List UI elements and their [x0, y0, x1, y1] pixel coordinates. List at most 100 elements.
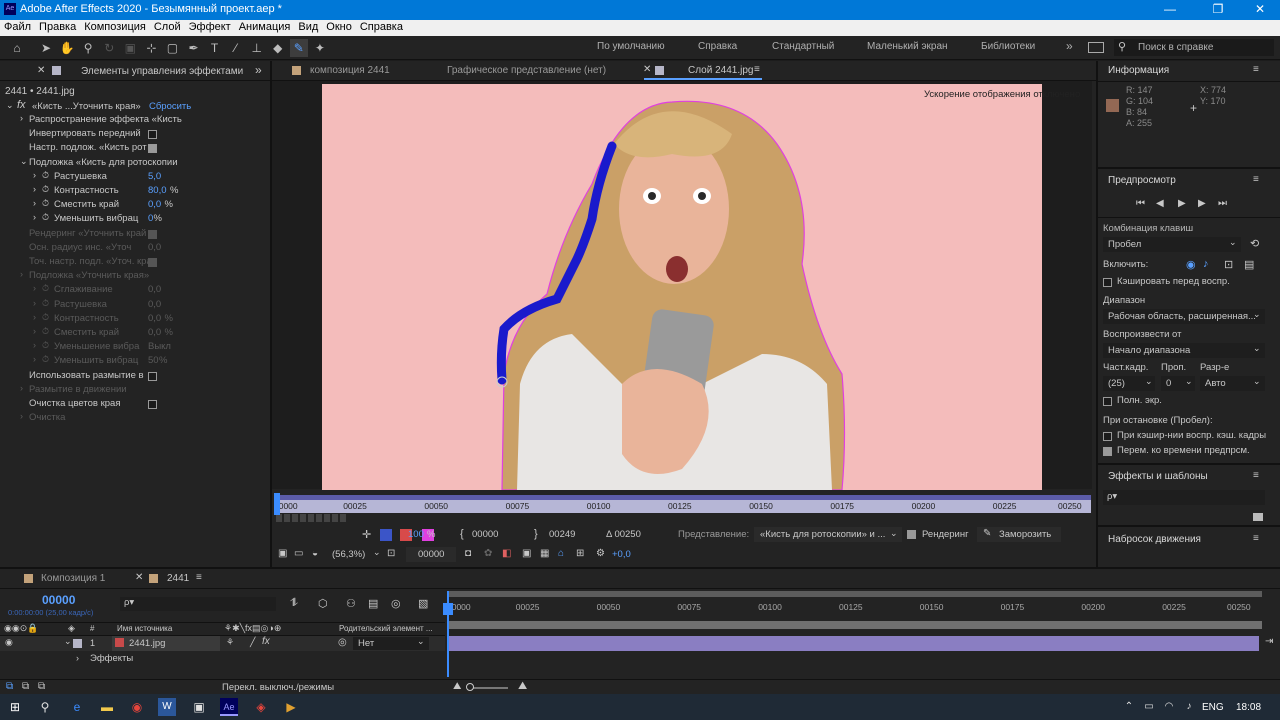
render-checkbox[interactable] [907, 530, 916, 539]
effects-search[interactable]: ρ▾ [1103, 490, 1265, 505]
first-frame-icon[interactable]: ⏮ [1136, 198, 1145, 209]
frame-blending-icon[interactable]: ▤ [368, 597, 378, 610]
expand-modes-icon[interactable]: ⧉ [38, 681, 45, 692]
effect-property-row[interactable]: Настр. подлож. «Кисть рот [0, 141, 270, 155]
last-frame-icon[interactable]: ⏭ [1218, 198, 1227, 209]
effects-expand-arrow-icon[interactable]: › [76, 653, 79, 663]
effect-property-value[interactable]: 50 [148, 355, 159, 366]
stopwatch-icon[interactable]: ⏱ [42, 212, 49, 223]
viewer-canvas[interactable]: Ускорение отображения отключено [272, 81, 1092, 490]
reset-link[interactable]: Сбросить [149, 101, 191, 112]
effect-property-row[interactable]: › Очистка [0, 411, 270, 425]
workspace-help[interactable]: Справка [698, 41, 737, 52]
effect-property-row[interactable]: › ⏱ Растушевка 5,0 [0, 170, 270, 184]
shy-switch-icon[interactable]: ⚘ [226, 637, 234, 648]
expand-arrow-icon[interactable]: › [33, 170, 36, 180]
move-time-checkbox[interactable] [1103, 447, 1112, 456]
effect-property-row[interactable]: Точ. настр. подл. «Уточ. края [0, 255, 270, 269]
effect-property-value[interactable]: 0,0 [148, 284, 161, 295]
fast-preview-icon[interactable]: ⌂ [558, 548, 564, 559]
menu-file[interactable]: Файл [0, 20, 35, 33]
language-indicator[interactable]: ENG [1202, 702, 1224, 713]
eraser-tool-icon[interactable]: ◆ [269, 39, 287, 57]
roto-tool-icon[interactable]: ✛ [362, 528, 371, 541]
zoom-in-icon[interactable]: ⛰ [518, 680, 527, 693]
help-search[interactable]: ⚲ Поиск в справке [1114, 39, 1274, 56]
skip-dropdown[interactable]: 0 ⌄ [1161, 376, 1195, 391]
graph-editor-icon[interactable]: ▧ [418, 597, 428, 610]
chevron-down-icon[interactable]: ⌄ [373, 547, 381, 558]
timeline-ruler[interactable]: 00000 00025 00050 00075 00100 00125 00150 00175… [447, 602, 1262, 616]
reset-shortcut-icon[interactable]: ⟲ [1250, 237, 1259, 250]
panel-menu-icon[interactable]: ≡ [1253, 470, 1259, 481]
parent-pickwhip-icon[interactable]: ◎ [338, 637, 347, 648]
effect-property-row[interactable]: › ⏱ Контрастность 0,0% [0, 312, 270, 326]
prev-frame-icon[interactable]: ◀ [1156, 198, 1164, 209]
include-overlays-icon[interactable]: ⊡ [1224, 258, 1233, 271]
viewer-time-ruler[interactable]: 00000 00025 00050 00075 00100 00125 00150 00175… [274, 493, 1092, 525]
close-button[interactable]: ✕ [1250, 2, 1270, 16]
expand-arrow-icon[interactable]: ⌄ [6, 100, 14, 111]
zoom-out-icon[interactable]: ⛰ [453, 681, 461, 692]
shy-layers-icon[interactable]: ⚇ [346, 597, 356, 610]
fx-switch-icon[interactable]: fx [262, 636, 270, 647]
motion-blur-icon[interactable]: ◎ [391, 597, 401, 610]
expand-arrow-icon[interactable]: › [20, 411, 23, 421]
layer-row[interactable]: ◉ ⌄ 1 2441.jpg ⚘ ╱ fx ◎ Нет ⌄ [0, 636, 445, 651]
menu-animation[interactable]: Анимация [235, 20, 295, 33]
mask-icon[interactable]: ◒ [312, 548, 318, 559]
out-point-icon[interactable]: } [534, 528, 538, 540]
workspace-default[interactable]: По умолчанию [597, 41, 665, 52]
stopwatch-icon[interactable]: ⏱ [42, 283, 49, 294]
effect-property-row[interactable]: › ⏱ Уменьшить вибрац 50% [0, 354, 270, 368]
close-tab-icon[interactable]: ✕ [135, 572, 143, 583]
effect-property-value[interactable]: 0,0 [148, 313, 161, 324]
hand-tool-icon[interactable]: ✋ [58, 39, 76, 57]
shortcut-dropdown[interactable]: Пробел ⌄ [1103, 237, 1241, 252]
cache-before-checkbox[interactable] [1103, 278, 1112, 287]
play-from-dropdown[interactable]: Начало диапазона ⌄ [1103, 343, 1265, 358]
panel-menu-icon[interactable]: ≡ [1253, 533, 1259, 544]
pen-tool-icon[interactable]: ✒ [185, 39, 203, 57]
menu-view[interactable]: Вид [294, 20, 322, 33]
clone-tool-icon[interactable]: ⊥ [248, 39, 266, 57]
layer-label-color[interactable] [73, 639, 82, 648]
expand-arrow-icon[interactable]: ⌄ [64, 636, 72, 647]
menu-help[interactable]: Справка [356, 20, 407, 33]
volume-icon[interactable]: ♪ [1180, 698, 1198, 716]
menu-composition[interactable]: Композиция [80, 20, 150, 33]
effect-property-row[interactable]: › ⏱ Растушевка 0,0 [0, 298, 270, 312]
play-icon[interactable]: ▶ [1178, 198, 1186, 209]
type-tool-icon[interactable]: T [206, 39, 224, 57]
exposure-value[interactable]: +0,0 [612, 549, 631, 560]
effect-property-value[interactable]: 0,0 [148, 242, 161, 253]
expand-arrow-icon[interactable]: › [33, 312, 36, 322]
resolution-dropdown[interactable]: Авто ⌄ [1200, 376, 1265, 391]
tab-menu-icon[interactable]: ≡ [754, 64, 760, 75]
expand-arrow-icon[interactable]: ⌄ [20, 156, 28, 167]
effect-property-row[interactable]: › Размытие в движении [0, 383, 270, 397]
zoom-tool-icon[interactable]: ⚲ [79, 39, 97, 57]
exposure-icon[interactable]: ⚙ [596, 548, 605, 559]
visibility-icon[interactable]: ◉ [5, 637, 13, 648]
playhead-handle[interactable] [443, 603, 453, 615]
expand-arrow-icon[interactable]: › [33, 354, 36, 364]
effect-property-value[interactable]: 0 [148, 213, 153, 224]
menu-edit[interactable]: Правка [35, 20, 80, 33]
workspace-menu-icon[interactable] [1088, 42, 1104, 53]
effect-property-value[interactable]: 0,0 [148, 199, 161, 210]
include-audio-icon[interactable]: ♪ [1203, 258, 1209, 270]
freeze-button[interactable]: ✎ Заморозить [977, 527, 1061, 542]
after-effects-icon[interactable]: Ae [220, 698, 238, 716]
timeline-search[interactable]: ρ▾ [120, 597, 276, 611]
anchor-tool-icon[interactable]: ⊹ [142, 39, 160, 57]
wifi-icon[interactable]: ◠ [1160, 698, 1178, 716]
video-icon[interactable]: ▶ [282, 698, 300, 716]
workspace-small-screen[interactable]: Маленький экран [867, 41, 948, 52]
expand-arrow-icon[interactable]: › [33, 340, 36, 350]
transparency-grid-icon[interactable]: ▦ [540, 548, 549, 559]
expand-arrow-icon[interactable]: › [20, 383, 23, 393]
effect-property-row[interactable]: Осн. радиус инс. «Уточ 0,0 [0, 241, 270, 255]
edge-icon[interactable]: e [68, 698, 86, 716]
always-preview-icon[interactable]: ▣ [278, 548, 287, 559]
